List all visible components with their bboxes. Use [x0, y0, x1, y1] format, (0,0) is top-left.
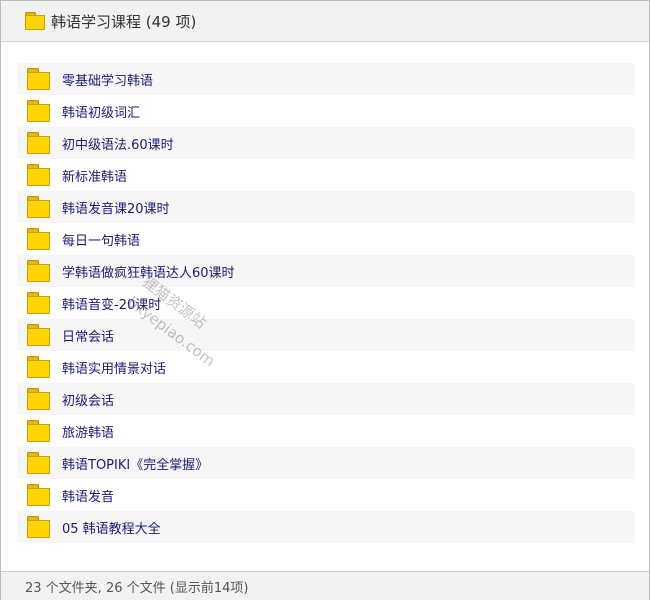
- list-item[interactable]: 韩语实用情景对话: [18, 351, 635, 383]
- folder-icon: [25, 12, 45, 30]
- list-item[interactable]: 新标准韩语: [18, 159, 635, 191]
- list-item[interactable]: 日常会话: [18, 319, 635, 351]
- file-browser-window: 韩语学习课程 (49 项) 零基础学习韩语 韩语初级词汇 初中级语法.60课时 …: [0, 0, 650, 600]
- list-item[interactable]: 旅游韩语: [18, 415, 635, 447]
- folder-icon: [27, 100, 50, 122]
- folder-icon: [27, 292, 50, 314]
- item-label: 初中级语法.60课时: [62, 137, 174, 153]
- list-item[interactable]: 初中级语法.60课时: [18, 127, 635, 159]
- folder-icon: [27, 452, 50, 474]
- folder-icon: [27, 164, 50, 186]
- item-label: 日常会话: [62, 329, 115, 345]
- folder-icon: [27, 260, 50, 282]
- folder-icon: [27, 228, 50, 250]
- item-label: 旅游韩语: [62, 425, 115, 441]
- list-item[interactable]: 韩语发音: [18, 479, 635, 511]
- item-label: 学韩语做疯狂韩语达人60课时: [62, 265, 235, 281]
- title-bar: 韩语学习课程 (49 项): [1, 1, 649, 42]
- list-item[interactable]: 零基础学习韩语: [18, 63, 635, 95]
- item-label: 新标准韩语: [62, 169, 128, 185]
- folder-icon: [27, 132, 50, 154]
- list-item[interactable]: 韩语发音课20课时: [18, 191, 635, 223]
- folder-icon: [27, 388, 50, 410]
- folder-icon: [27, 516, 50, 538]
- item-label: 05 韩语教程大全: [62, 521, 161, 537]
- list-item[interactable]: 初级会话: [18, 383, 635, 415]
- item-label: 韩语初级词汇: [62, 105, 141, 121]
- list-item[interactable]: 05 韩语教程大全: [18, 511, 635, 543]
- folder-icon: [27, 484, 50, 506]
- list-item[interactable]: 韩语初级词汇: [18, 95, 635, 127]
- item-label: 韩语发音课20课时: [62, 201, 170, 217]
- status-bar: 23 个文件夹, 26 个文件 (显示前14项): [1, 571, 649, 600]
- list-item[interactable]: 学韩语做疯狂韩语达人60课时: [18, 255, 635, 287]
- item-label: 韩语TOPIKI《完全掌握》: [62, 457, 209, 473]
- status-text: 23 个文件夹, 26 个文件 (显示前14项): [25, 580, 249, 596]
- folder-list: 零基础学习韩语 韩语初级词汇 初中级语法.60课时 新标准韩语 韩语发音课20课…: [18, 63, 635, 543]
- item-label: 初级会话: [62, 393, 115, 409]
- folder-icon: [27, 68, 50, 90]
- window-title: 韩语学习课程 (49 项): [51, 12, 197, 31]
- folder-icon: [27, 324, 50, 346]
- item-label: 韩语音变-20课时: [62, 297, 162, 313]
- list-item[interactable]: 每日一句韩语: [18, 223, 635, 255]
- list-item[interactable]: 韩语TOPIKI《完全掌握》: [18, 447, 635, 479]
- list-item[interactable]: 韩语音变-20课时: [18, 287, 635, 319]
- item-label: 每日一句韩语: [62, 233, 141, 249]
- folder-icon: [27, 196, 50, 218]
- folder-icon: [27, 356, 50, 378]
- item-label: 零基础学习韩语: [62, 73, 154, 89]
- item-label: 韩语发音: [62, 489, 115, 505]
- folder-icon: [27, 420, 50, 442]
- item-label: 韩语实用情景对话: [62, 361, 167, 377]
